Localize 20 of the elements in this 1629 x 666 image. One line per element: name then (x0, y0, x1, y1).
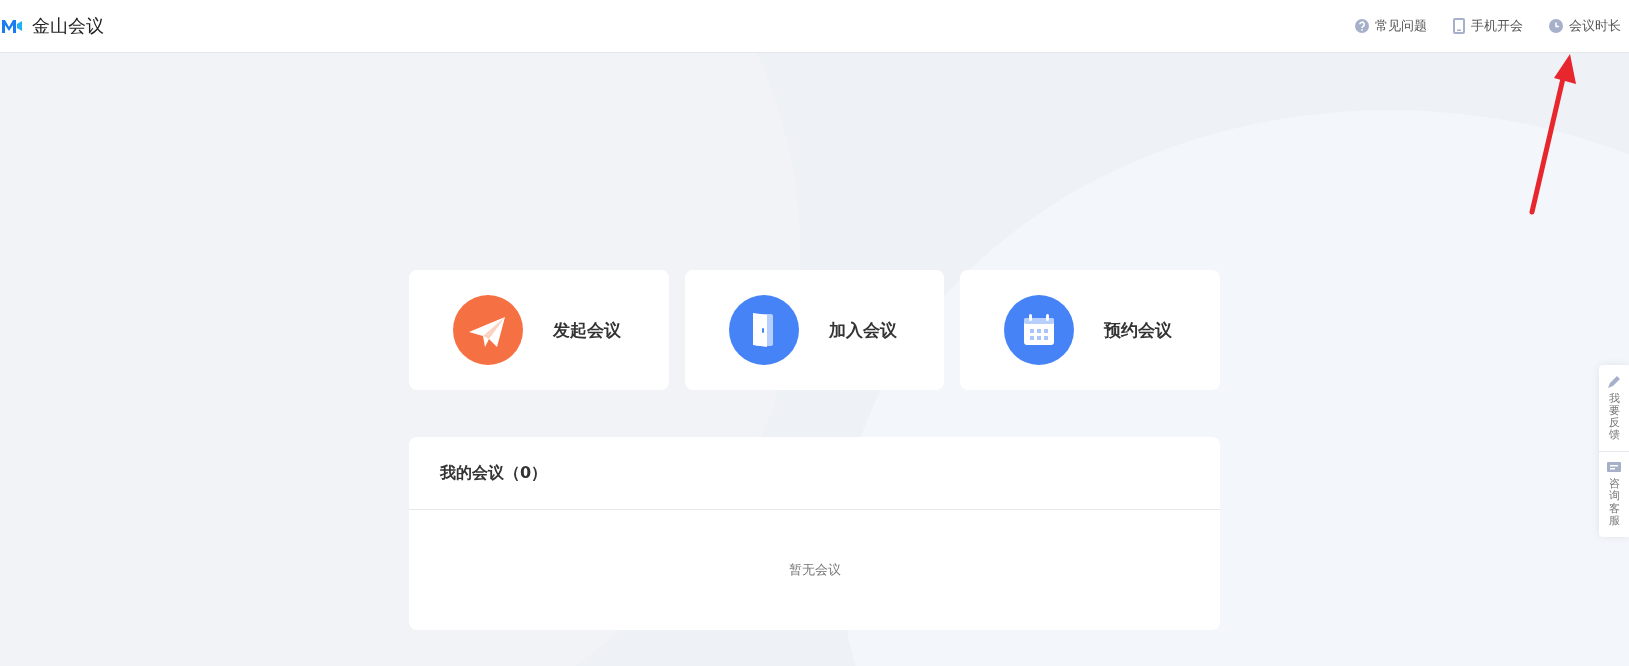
header-link[interactable]: 手机开会 (1453, 17, 1523, 35)
help-icon (1355, 19, 1369, 33)
action-label: 预约会议 (1104, 318, 1173, 342)
empty-message: 暂无会议 (788, 561, 841, 579)
panel-title: 我的会议（0） (440, 462, 548, 484)
action-label: 发起会议 (553, 318, 621, 342)
phone-icon (1453, 18, 1465, 34)
clock-icon (1549, 19, 1563, 33)
header-link[interactable]: 常见问题 (1355, 17, 1427, 35)
side-link[interactable]: 咨询客服 (1608, 478, 1620, 527)
side-link[interactable]: 我要反馈 (1608, 393, 1620, 442)
logo-icon (2, 19, 22, 33)
pencil-icon (1607, 375, 1621, 389)
action-card[interactable]: 预约会议 (960, 270, 1220, 390)
chat-icon (1607, 462, 1621, 475)
action-card[interactable]: 发起会议 (409, 270, 669, 390)
action-card[interactable]: 加入会议 (684, 270, 945, 390)
header-link[interactable]: 会议时长 (1549, 17, 1621, 35)
app-title: 金山会议 (32, 14, 104, 38)
action-label: 加入会议 (828, 318, 897, 342)
